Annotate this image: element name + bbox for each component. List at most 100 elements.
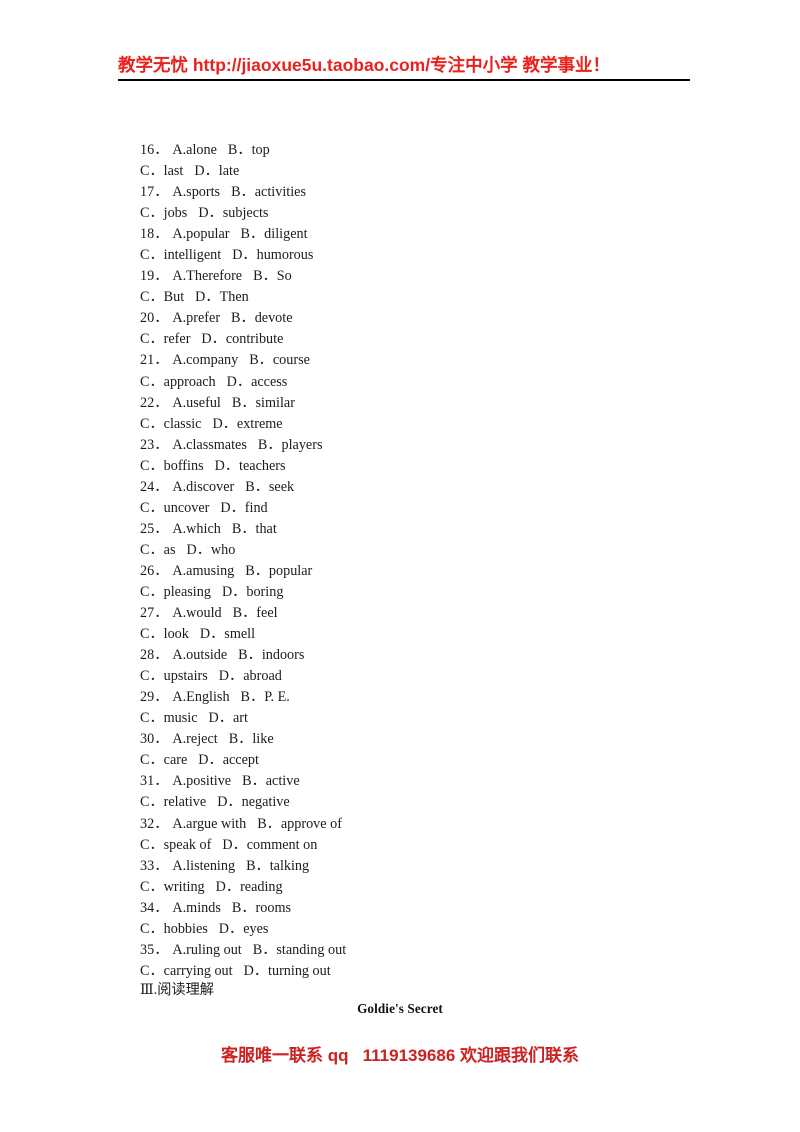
option-a[interactable]: A.alone xyxy=(172,142,217,158)
option-c[interactable]: C．last xyxy=(140,163,183,179)
option-c[interactable]: C．speak of xyxy=(140,837,211,853)
option-d[interactable]: D．late xyxy=(194,163,239,179)
option-b[interactable]: B．approve of xyxy=(257,816,342,832)
option-d[interactable]: D．abroad xyxy=(219,668,282,684)
option-d[interactable]: D．who xyxy=(186,542,235,558)
option-d[interactable]: D．boring xyxy=(222,584,283,600)
option-c[interactable]: C．uncover xyxy=(140,500,209,516)
option-a[interactable]: A.classmates xyxy=(172,437,246,453)
option-d[interactable]: D．access xyxy=(227,374,288,390)
question-line-cd: C．But D．Then xyxy=(140,287,700,308)
option-c[interactable]: C．upstairs xyxy=(140,668,208,684)
option-a[interactable]: A.Therefore xyxy=(172,268,242,284)
option-c[interactable]: C．writing xyxy=(140,879,205,895)
option-d[interactable]: D．art xyxy=(209,710,248,726)
option-b[interactable]: B．rooms xyxy=(232,900,291,916)
option-c[interactable]: C．music xyxy=(140,710,198,726)
question-line-ab: 22． A.useful B．similar xyxy=(140,393,700,414)
option-a[interactable]: A.sports xyxy=(172,184,220,200)
option-a[interactable]: A.popular xyxy=(172,226,229,242)
option-c[interactable]: C．pleasing xyxy=(140,584,211,600)
option-a[interactable]: A.company xyxy=(172,352,238,368)
option-a[interactable]: A.which xyxy=(172,521,220,537)
option-a[interactable]: A.prefer xyxy=(172,310,220,326)
option-d[interactable]: D．contribute xyxy=(201,331,283,347)
passage-title: Goldie's Secret xyxy=(357,1001,443,1016)
option-b[interactable]: B．like xyxy=(229,731,274,747)
option-d[interactable]: D．comment on xyxy=(222,837,317,853)
option-d[interactable]: D．teachers xyxy=(215,458,286,474)
option-c[interactable]: C．carrying out xyxy=(140,963,233,979)
option-a[interactable]: A.listening xyxy=(172,858,235,874)
option-a[interactable]: A.discover xyxy=(172,479,234,495)
option-a[interactable]: A.useful xyxy=(172,395,220,411)
question-number: 21． xyxy=(140,352,169,369)
option-c[interactable]: C．look xyxy=(140,626,189,642)
option-c[interactable]: C．intelligent xyxy=(140,247,221,263)
option-a[interactable]: A.minds xyxy=(172,900,220,916)
question-number: 33． xyxy=(140,857,169,874)
option-b[interactable]: B．top xyxy=(228,142,270,158)
option-a[interactable]: A.positive xyxy=(172,773,231,789)
option-d[interactable]: D．humorous xyxy=(232,247,313,263)
option-c[interactable]: C．as xyxy=(140,542,175,558)
option-b[interactable]: B．that xyxy=(232,521,277,537)
question-line-ab: 23． A.classmates B．players xyxy=(140,435,700,456)
option-b[interactable]: B．active xyxy=(242,773,300,789)
option-c[interactable]: C．jobs xyxy=(140,205,187,221)
question-line-cd: C．jobs D．subjects xyxy=(140,203,700,224)
option-a[interactable]: A.amusing xyxy=(172,563,234,579)
option-d[interactable]: D．negative xyxy=(217,794,290,810)
option-b[interactable]: B．devote xyxy=(231,310,292,326)
footer-banner: 客服唯一联系 qq 1119139686 欢迎跟我们联系 xyxy=(0,1044,800,1068)
option-d[interactable]: D．find xyxy=(220,500,267,516)
question-line-ab: 20． A.prefer B．devote xyxy=(140,308,700,329)
option-a[interactable]: A.reject xyxy=(172,731,217,747)
question-number: 29． xyxy=(140,689,169,706)
option-b[interactable]: B．So xyxy=(253,268,292,284)
option-b[interactable]: B．indoors xyxy=(238,647,304,663)
option-c[interactable]: C．But xyxy=(140,289,184,305)
option-d[interactable]: D．smell xyxy=(200,626,255,642)
option-b[interactable]: B．players xyxy=(258,437,323,453)
option-c[interactable]: C．boffins xyxy=(140,458,204,474)
option-a[interactable]: A.would xyxy=(172,605,221,621)
option-c[interactable]: C．hobbies xyxy=(140,921,208,937)
option-d[interactable]: D．subjects xyxy=(198,205,268,221)
question-number: 23． xyxy=(140,436,169,453)
option-c[interactable]: C．refer xyxy=(140,331,190,347)
option-a[interactable]: A.argue with xyxy=(172,816,246,832)
option-d[interactable]: D．eyes xyxy=(219,921,269,937)
question-line-ab: 24． A.discover B．seek xyxy=(140,477,700,498)
option-b[interactable]: B．talking xyxy=(246,858,309,874)
option-c[interactable]: C．care xyxy=(140,752,187,768)
question-number: 26． xyxy=(140,562,169,579)
option-d[interactable]: D．Then xyxy=(195,289,249,305)
option-d[interactable]: D．reading xyxy=(216,879,283,895)
option-b[interactable]: B．standing out xyxy=(253,942,346,958)
option-d[interactable]: D．turning out xyxy=(244,963,331,979)
question-number: 34． xyxy=(140,899,169,916)
question-line-cd: C．boffins D．teachers xyxy=(140,456,700,477)
option-a[interactable]: A.English xyxy=(172,689,229,705)
option-b[interactable]: B．feel xyxy=(233,605,278,621)
option-b[interactable]: B．activities xyxy=(231,184,306,200)
option-b[interactable]: B．seek xyxy=(245,479,294,495)
question-line-cd: C．music D．art xyxy=(140,708,700,729)
option-c[interactable]: C．classic xyxy=(140,416,201,432)
option-c[interactable]: C．approach xyxy=(140,374,216,390)
option-b[interactable]: B．similar xyxy=(232,395,295,411)
option-b[interactable]: B．course xyxy=(249,352,310,368)
option-b[interactable]: B．popular xyxy=(245,563,312,579)
option-d[interactable]: D．extreme xyxy=(212,416,282,432)
option-c[interactable]: C．relative xyxy=(140,794,206,810)
option-d[interactable]: D．accept xyxy=(198,752,259,768)
option-a[interactable]: A.outside xyxy=(172,647,227,663)
option-a[interactable]: A.ruling out xyxy=(172,942,241,958)
option-b[interactable]: B．P. E. xyxy=(241,689,290,705)
document-page: 教学无忧 http://jiaoxue5u.taobao.com/专注中小学 教… xyxy=(0,0,800,1132)
option-b[interactable]: B．diligent xyxy=(241,226,308,242)
question-number: 17． xyxy=(140,184,169,201)
section-heading-reading-comprehension: Ⅲ.阅读理解 xyxy=(140,982,214,998)
question-line-cd: C．as D．who xyxy=(140,540,700,561)
